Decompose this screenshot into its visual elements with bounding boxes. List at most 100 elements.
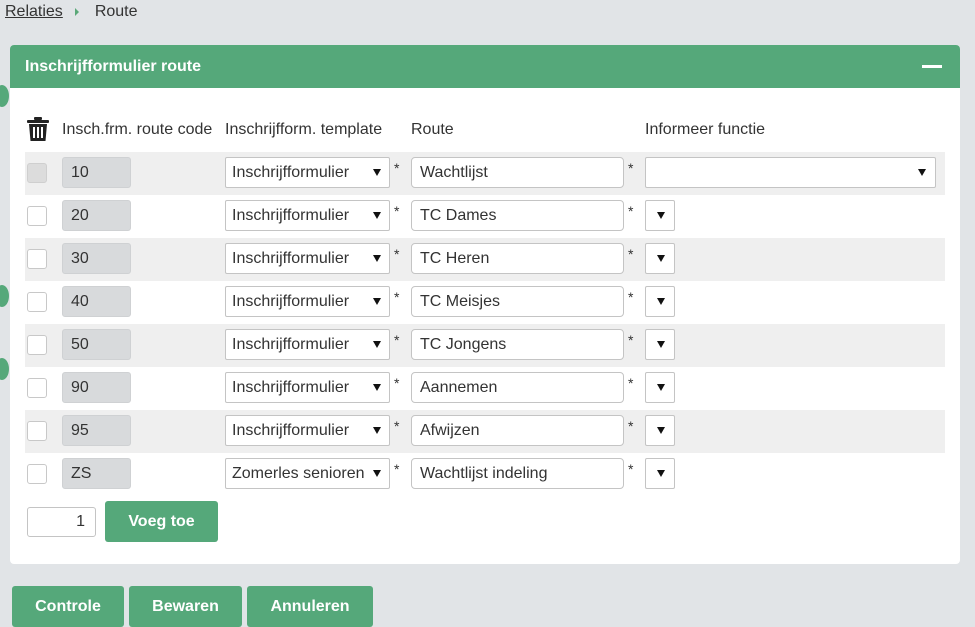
route-panel: Inschrijfformulier route Insch.frm. rout… <box>10 45 960 564</box>
chevron-down-icon <box>657 470 665 477</box>
chevron-down-icon <box>373 470 381 477</box>
add-row-button[interactable]: Voeg toe <box>105 501 218 542</box>
route-input[interactable]: TC Dames <box>411 200 624 231</box>
side-handle-icon[interactable] <box>0 285 9 307</box>
route-code-field: 50 <box>62 329 131 360</box>
required-marker: * <box>628 289 634 305</box>
route-code-field: 10 <box>62 157 131 188</box>
route-input[interactable]: Aannemen <box>411 372 624 403</box>
row-select-checkbox[interactable] <box>27 292 47 312</box>
chevron-down-icon <box>657 298 665 305</box>
row-select-checkbox[interactable] <box>27 378 47 398</box>
chevron-down-icon <box>373 384 381 391</box>
function-select[interactable] <box>645 372 675 403</box>
template-select-value: Inschrijfformulier <box>232 292 350 310</box>
route-code-field: 95 <box>62 415 131 446</box>
table-row: 40 Inschrijfformulier * TC Meisjes * <box>25 281 945 324</box>
row-select-checkbox[interactable] <box>27 249 47 269</box>
function-select[interactable] <box>645 243 675 274</box>
function-select[interactable] <box>645 157 936 188</box>
column-header-route: Route <box>411 121 454 138</box>
template-select[interactable]: Zomerles senioren <box>225 458 390 489</box>
function-select[interactable] <box>645 329 675 360</box>
breadcrumb: Relaties Route <box>5 2 138 22</box>
template-select[interactable]: Inschrijfformulier <box>225 157 390 188</box>
row-select-checkbox <box>27 163 47 183</box>
trash-icon[interactable] <box>27 117 49 141</box>
side-handle-icon[interactable] <box>0 358 9 380</box>
required-marker: * <box>394 332 400 348</box>
chevron-down-icon <box>373 255 381 262</box>
required-marker: * <box>628 160 634 176</box>
chevron-down-icon <box>373 212 381 219</box>
add-count-input[interactable]: 1 <box>27 507 96 537</box>
side-handle-icon[interactable] <box>0 85 9 107</box>
route-input[interactable]: TC Meisjes <box>411 286 624 317</box>
template-select-value: Inschrijfformulier <box>232 378 350 396</box>
required-marker: * <box>394 418 400 434</box>
required-marker: * <box>628 203 634 219</box>
required-marker: * <box>628 332 634 348</box>
required-marker: * <box>628 375 634 391</box>
required-marker: * <box>394 375 400 391</box>
template-select[interactable]: Inschrijfformulier <box>225 286 390 317</box>
chevron-down-icon <box>657 212 665 219</box>
route-code-field: 90 <box>62 372 131 403</box>
column-header-template: Inschrijfform. template <box>225 121 383 138</box>
minus-icon[interactable] <box>922 65 942 68</box>
caret-right-icon <box>74 8 79 16</box>
save-button[interactable]: Bewaren <box>129 586 242 627</box>
route-code-field: 40 <box>62 286 131 317</box>
breadcrumb-link-relaties[interactable]: Relaties <box>5 3 63 21</box>
required-marker: * <box>628 418 634 434</box>
template-select-value: Inschrijfformulier <box>232 206 350 224</box>
function-select[interactable] <box>645 415 675 446</box>
table-row: 30 Inschrijfformulier * TC Heren * <box>25 238 945 281</box>
required-marker: * <box>628 461 634 477</box>
chevron-down-icon <box>373 298 381 305</box>
table-row: 50 Inschrijfformulier * TC Jongens * <box>25 324 945 367</box>
route-code-field: 20 <box>62 200 131 231</box>
function-select[interactable] <box>645 458 675 489</box>
check-button[interactable]: Controle <box>12 586 124 627</box>
required-marker: * <box>394 160 400 176</box>
chevron-down-icon <box>373 169 381 176</box>
chevron-down-icon <box>657 255 665 262</box>
template-select[interactable]: Inschrijfformulier <box>225 329 390 360</box>
route-code-field: 30 <box>62 243 131 274</box>
function-select[interactable] <box>645 286 675 317</box>
table-row: 90 Inschrijfformulier * Aannemen * <box>25 367 945 410</box>
panel-header: Inschrijfformulier route <box>10 45 960 88</box>
required-marker: * <box>394 289 400 305</box>
row-select-checkbox[interactable] <box>27 206 47 226</box>
chevron-down-icon <box>918 169 926 176</box>
table-row: ZS Zomerles senioren * Wachtlijst indeling * <box>25 453 945 496</box>
route-input[interactable]: TC Jongens <box>411 329 624 360</box>
column-header-function: Informeer functie <box>645 121 766 138</box>
template-select-value: Inschrijfformulier <box>232 249 350 267</box>
template-select[interactable]: Inschrijfformulier <box>225 200 390 231</box>
chevron-down-icon <box>373 341 381 348</box>
required-marker: * <box>628 246 634 262</box>
row-select-checkbox[interactable] <box>27 335 47 355</box>
template-select[interactable]: Inschrijfformulier <box>225 415 390 446</box>
template-select-value: Zomerles senioren <box>232 464 365 482</box>
row-select-checkbox[interactable] <box>27 464 47 484</box>
required-marker: * <box>394 246 400 262</box>
template-select[interactable]: Inschrijfformulier <box>225 372 390 403</box>
cancel-button[interactable]: Annuleren <box>247 586 373 627</box>
function-select[interactable] <box>645 200 675 231</box>
template-select-value: Inschrijfformulier <box>232 163 350 181</box>
panel-title: Inschrijfformulier route <box>25 57 202 75</box>
template-select-value: Inschrijfformulier <box>232 421 350 439</box>
template-select[interactable]: Inschrijfformulier <box>225 243 390 274</box>
route-input[interactable]: Wachtlijst indeling <box>411 458 624 489</box>
route-input[interactable]: Afwijzen <box>411 415 624 446</box>
route-input[interactable]: TC Heren <box>411 243 624 274</box>
route-input[interactable]: Wachtlijst <box>411 157 624 188</box>
chevron-down-icon <box>657 384 665 391</box>
breadcrumb-current: Route <box>94 3 138 20</box>
table-row: 10 Inschrijfformulier * Wachtlijst * <box>25 152 945 195</box>
table-row: 95 Inschrijfformulier * Afwijzen * <box>25 410 945 453</box>
row-select-checkbox[interactable] <box>27 421 47 441</box>
